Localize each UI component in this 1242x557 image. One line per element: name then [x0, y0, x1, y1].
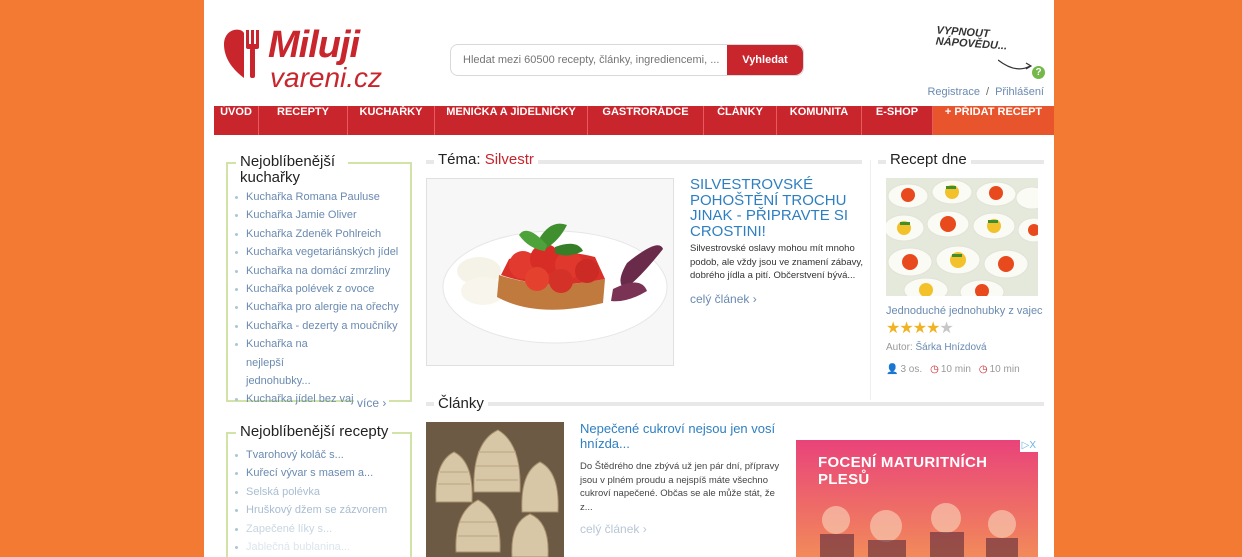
nav-item-uvod[interactable]: ÚVOD [214, 106, 259, 135]
list-item[interactable]: Hruškový džem se zázvorem [228, 501, 410, 519]
recipe-author: Autor: Šárka Hnízdová [886, 342, 987, 353]
star-empty-icon: ★ [939, 320, 953, 337]
clock-icon: ◷ [978, 364, 988, 375]
ad-choices-icon[interactable]: ▷X [1019, 440, 1038, 452]
recipes-box: Tvarohový koláč s... Kuřecí vývar s mase… [226, 432, 412, 557]
list-item[interactable]: Tvarohový koláč s... [228, 446, 410, 464]
cookbooks-box: Kuchařka Romana Pauluse Kuchařka Jamie O… [226, 162, 412, 405]
star-icon: ★★★★ [886, 320, 940, 337]
nav-item-eshop[interactable]: E-SHOP [862, 106, 933, 135]
theme-name[interactable]: Silvestr [485, 151, 534, 168]
ad-text: FOCENÍ MATURITNÍCH PLESŮ [818, 454, 988, 488]
theme-label: Téma: [438, 151, 481, 168]
list-item[interactable]: Kuchařka polévek z ovoce [228, 280, 410, 298]
cookies-image [426, 422, 564, 557]
auth-separator: / [986, 86, 990, 98]
list-item[interactable]: Kuchařka na nejlepší jednohubky... [228, 335, 346, 390]
cookbooks-title: Nejoblíbenější kuchařky [236, 154, 348, 186]
logo-text-main: Miluji [268, 24, 360, 66]
help-text-line2: NÁPOVĚDU... [935, 35, 1008, 53]
crostini-image [427, 179, 673, 365]
logo-text-domain: vareni.cz [270, 62, 383, 93]
list-item[interactable]: Kuchařka Zdeněk Pohlreich [228, 225, 410, 243]
articles-title: Články [434, 395, 488, 412]
nav-item-recepty[interactable]: RECEPTY [259, 106, 348, 135]
list-item[interactable]: Kuchařka pro alergie na ořechy [228, 298, 410, 316]
featured-article-text: Silvestrovské oslavy mohou mít mnoho pod… [690, 243, 864, 281]
article-read-more-link[interactable]: celý článek › [580, 522, 647, 536]
list-item[interactable]: Kuchařka vegetariánských jídel [228, 243, 410, 261]
nav-item-menicka[interactable]: MENIČKA A JÍDELNÍČKY [435, 106, 588, 135]
nav-item-clanky[interactable]: ČLÁNKY [704, 106, 777, 135]
register-link[interactable]: Registrace [927, 86, 980, 98]
logo-heart-fork-icon [224, 29, 259, 78]
cookbooks-more-link[interactable]: více › [354, 396, 390, 410]
ad-banner[interactable]: FOCENÍ MATURITNÍCH PLESŮ ▷X [796, 440, 1038, 557]
author-label: Autor: [886, 342, 913, 353]
recipes-list: Tvarohový koláč s... Kuřecí vývar s mase… [228, 446, 410, 556]
portions: 3 os. [900, 364, 923, 375]
page: Miluji vareni.cz Vyhledat VYPNOUTNÁPOVĚD… [204, 0, 1054, 557]
arrow-icon [998, 59, 1033, 70]
main-nav: ÚVOD RECEPTY KUCHAŘKY MENIČKA A JÍDELNÍČ… [214, 106, 1054, 135]
list-item[interactable]: Zapečené líky s... [228, 520, 410, 538]
list-item[interactable]: Kuchařka na domácí zmrzliny [228, 262, 410, 280]
recipe-of-day-image[interactable] [883, 178, 1051, 305]
list-item[interactable]: Kuchařka Romana Pauluse [228, 188, 410, 206]
cookbooks-list: Kuchařka Romana Pauluse Kuchařka Jamie O… [228, 188, 410, 409]
nav-item-komunita[interactable]: KOMUNITA [777, 106, 862, 135]
list-item[interactable]: Jablečná bublanina... [228, 538, 410, 556]
featured-article-title[interactable]: SILVESTROVSKÉ POHOŠTĚNÍ TROCHU JINAK - P… [690, 177, 866, 239]
nav-item-kucharky[interactable]: KUCHAŘKY [348, 106, 435, 135]
featured-read-more-link[interactable]: celý článek › [690, 292, 757, 306]
recipe-of-day-title: Recept dne [886, 151, 971, 168]
rating-stars: ★★★★★ [886, 318, 954, 338]
search-input[interactable] [451, 45, 745, 75]
articles-divider [426, 402, 1044, 406]
cook-time: 10 min [989, 364, 1020, 375]
recipe-of-day-name[interactable]: Jednoduché jednohubky z vajec [886, 305, 1043, 317]
person-icon: 👤 [886, 364, 899, 375]
nav-item-add-recipe[interactable]: + PŘIDAT RECEPT [933, 106, 1054, 135]
theme-title: Téma: Silvestr [434, 151, 538, 168]
list-item[interactable]: Kuchařka Jamie Oliver [228, 206, 410, 224]
nav-item-gastroradce[interactable]: GASTRORÁDCE [588, 106, 704, 135]
egg-canapes-image [883, 178, 1051, 305]
prep-time: 10 min [940, 364, 971, 375]
help-question-icon[interactable]: ? [1032, 66, 1045, 79]
list-item[interactable]: Kuřecí vývar s masem a... [228, 464, 410, 482]
recipe-meta: 👤 3 os. ◷ 10 min ◷ 10 min [886, 364, 1020, 375]
column-separator [870, 160, 871, 400]
site-logo[interactable]: Miluji vareni.cz [224, 20, 384, 93]
list-item[interactable]: Selská polévka [228, 483, 410, 501]
search-button[interactable]: Vyhledat [727, 45, 803, 75]
article-title[interactable]: Nepečené cukroví nejsou jen vosí hnízda.… [580, 421, 780, 451]
list-item[interactable]: Kuchařka - dezerty a moučníky [228, 317, 410, 335]
author-link[interactable]: Šárka Hnízdová [915, 342, 986, 353]
recipes-title: Nejoblíbenější recepty [236, 424, 393, 440]
featured-article-image[interactable] [426, 178, 674, 366]
login-link[interactable]: Přihlášení [995, 86, 1044, 98]
search-bar: Vyhledat [450, 44, 804, 76]
article-text: Do Štědrého dne zbývá už jen pár dní, př… [580, 461, 780, 513]
article-image[interactable] [426, 422, 564, 557]
auth-links: Registrace / Přihlášení [927, 86, 1044, 98]
clock-icon: ◷ [930, 364, 939, 375]
help-toggle[interactable]: VYPNOUT NÁPOVĚDU... ? [928, 25, 1048, 80]
